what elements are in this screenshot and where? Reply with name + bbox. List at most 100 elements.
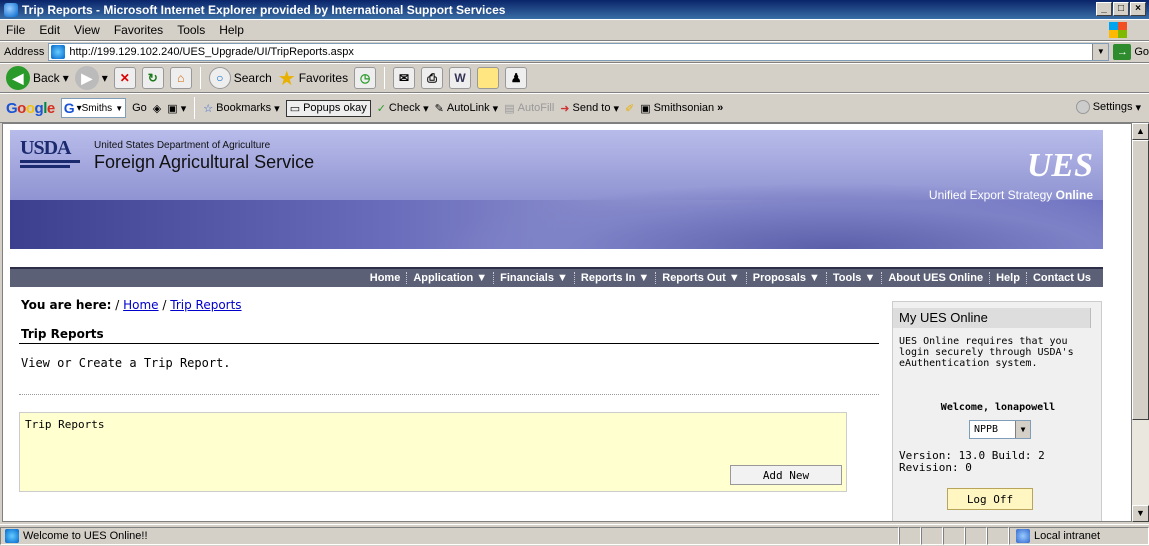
settings-label: Settings bbox=[1092, 101, 1133, 113]
menu-favorites[interactable]: Favorites bbox=[114, 23, 163, 37]
page-icon bbox=[51, 45, 66, 59]
google-search-input[interactable]: G ▾ Smiths ▼ bbox=[60, 98, 127, 118]
back-button[interactable]: ◀ Back ▾ bbox=[6, 66, 69, 90]
home-icon[interactable]: ⌂ bbox=[169, 67, 192, 89]
forward-button[interactable]: ▶ ▾ bbox=[74, 66, 108, 90]
favorites-button[interactable]: ★ Favorites bbox=[278, 66, 348, 91]
highlighter-icon[interactable]: ✐ bbox=[625, 102, 634, 115]
menu-file[interactable]: File bbox=[6, 23, 25, 37]
scroll-up-icon[interactable]: ▲ bbox=[1132, 123, 1149, 140]
google-go-button[interactable]: Go bbox=[132, 102, 147, 114]
menu-help[interactable]: Help bbox=[219, 23, 244, 37]
search-button[interactable]: ○ Search bbox=[208, 67, 272, 89]
nav-proposals[interactable]: Proposals ▼ bbox=[747, 272, 827, 284]
go-arrow-icon: → bbox=[1113, 44, 1132, 60]
nav-reports-in[interactable]: Reports In ▼ bbox=[575, 272, 657, 284]
status-cell bbox=[899, 526, 921, 545]
chevron-down-icon[interactable]: ▼ bbox=[1015, 421, 1030, 438]
google-g-icon: G bbox=[63, 100, 75, 116]
autolink-button[interactable]: ✎ AutoLink ▾ bbox=[435, 102, 499, 115]
forward-arrow-icon: ▶ bbox=[74, 66, 99, 90]
nav-tools[interactable]: Tools ▼ bbox=[827, 272, 883, 284]
window-title: Trip Reports - Microsoft Internet Explor… bbox=[22, 2, 506, 17]
menu-edit[interactable]: Edit bbox=[39, 23, 60, 37]
minimize-button[interactable]: _ bbox=[1096, 2, 1112, 16]
google-toolbar: Google G ▾ Smiths ▼ Go ◈ ▣ ▾ ☆ Bookmarks ▾… bbox=[0, 93, 1149, 123]
messenger-icon[interactable]: ♟ bbox=[505, 67, 528, 89]
trip-reports-panel-label: Trip Reports bbox=[25, 418, 105, 431]
print-icon[interactable]: ⎙ bbox=[421, 67, 444, 89]
checkmark-icon: ✓ bbox=[376, 102, 386, 115]
check-label: Check bbox=[388, 102, 421, 114]
search-box-icon: ▣ bbox=[640, 102, 651, 115]
pagerank-icon[interactable]: ◈ bbox=[153, 102, 161, 115]
chevron-down-icon[interactable]: ▼ bbox=[1092, 44, 1109, 60]
add-new-button[interactable]: Add New bbox=[730, 465, 842, 485]
favorites-label: Favorites bbox=[298, 71, 349, 85]
toolbar-separator bbox=[194, 97, 196, 119]
toolbar-separator bbox=[384, 67, 386, 89]
scroll-thumb[interactable] bbox=[1132, 140, 1149, 420]
nav-contact[interactable]: Contact Us bbox=[1027, 272, 1097, 284]
maximize-button[interactable]: □ bbox=[1113, 2, 1129, 16]
bookmarks-button[interactable]: ☆ Bookmarks ▾ bbox=[203, 102, 279, 115]
wand-icon: ✎ bbox=[434, 102, 444, 115]
nav-home[interactable]: Home bbox=[364, 272, 408, 284]
news-icon[interactable]: ▣ ▾ bbox=[167, 102, 186, 115]
refresh-icon[interactable]: ↻ bbox=[141, 67, 164, 89]
settings-button[interactable]: Settings ▾ bbox=[1075, 100, 1141, 114]
close-button[interactable]: × bbox=[1130, 2, 1146, 16]
breadcrumb: You are here: / Home / Trip Reports bbox=[21, 298, 242, 312]
breadcrumb-home-link[interactable]: Home bbox=[123, 298, 158, 312]
usda-logo[interactable]: USDA bbox=[20, 138, 80, 178]
browser-viewport: USDA United States Department of Agricul… bbox=[2, 123, 1132, 522]
mail-icon[interactable]: ✉ bbox=[393, 67, 416, 89]
nav-application[interactable]: Application ▼ bbox=[407, 272, 495, 284]
ues-logo-text: UES bbox=[1026, 147, 1093, 184]
breadcrumb-prefix: You are here: bbox=[21, 298, 112, 312]
vertical-scrollbar[interactable]: ▲ ▼ bbox=[1132, 123, 1149, 522]
nav-help[interactable]: Help bbox=[990, 272, 1027, 284]
nav-reports-out[interactable]: Reports Out ▼ bbox=[656, 272, 747, 284]
search-icon: ○ bbox=[208, 67, 231, 89]
popups-button[interactable]: ▭ Popups okay bbox=[285, 99, 371, 117]
dotted-divider bbox=[19, 394, 879, 395]
my-ues-panel: My UES Online UES Online requires that y… bbox=[892, 301, 1102, 521]
breadcrumb-current-link[interactable]: Trip Reports bbox=[170, 298, 241, 312]
nav-about[interactable]: About UES Online bbox=[882, 272, 991, 284]
organization-select[interactable]: NPPB ▼ bbox=[969, 420, 1031, 439]
google-logo: Google bbox=[6, 99, 55, 117]
autolink-label: AutoLink bbox=[446, 102, 490, 114]
spellcheck-button[interactable]: ✓ Check ▾ bbox=[377, 102, 429, 115]
site-banner: USDA United States Department of Agricul… bbox=[10, 130, 1103, 249]
autofill-button[interactable]: ▤ AutoFill bbox=[504, 102, 554, 115]
popups-label: Popups okay bbox=[303, 102, 367, 114]
ues-tagline: Unified Export Strategy Online bbox=[928, 188, 1093, 202]
nav-financials[interactable]: Financials ▼ bbox=[494, 272, 575, 284]
scroll-down-icon[interactable]: ▼ bbox=[1132, 505, 1149, 522]
arrow-right-icon: ➜ bbox=[560, 102, 570, 115]
note-icon[interactable] bbox=[477, 67, 500, 89]
history-icon[interactable]: ◷ bbox=[354, 67, 377, 89]
menu-tools[interactable]: Tools bbox=[177, 23, 205, 37]
go-button[interactable]: → Go bbox=[1113, 44, 1149, 60]
smithsonian-button[interactable]: ▣ Smithsonian » bbox=[640, 102, 723, 115]
address-input[interactable]: http://199.129.102.240/UES_Upgrade/UI/Tr… bbox=[48, 43, 1110, 61]
popup-icon: ▭ bbox=[289, 102, 301, 115]
sendto-button[interactable]: ➜ Send to ▾ bbox=[560, 102, 619, 115]
agency-name: Foreign Agricultural Service bbox=[94, 152, 315, 172]
more-chevron-icon[interactable]: » bbox=[717, 102, 723, 114]
back-label: Back bbox=[33, 71, 60, 85]
menu-view[interactable]: View bbox=[74, 23, 100, 37]
toolbar-separator bbox=[199, 67, 201, 89]
title-divider bbox=[19, 343, 879, 344]
stop-icon[interactable]: ✕ bbox=[113, 67, 136, 89]
status-cell bbox=[921, 526, 943, 545]
log-off-button[interactable]: Log Off bbox=[947, 488, 1033, 510]
main-nav: Home Application ▼ Financials ▼ Reports … bbox=[10, 269, 1103, 287]
autofill-label: AutoFill bbox=[517, 102, 555, 114]
chevron-down-icon[interactable]: ▼ bbox=[115, 104, 123, 113]
word-icon[interactable]: W bbox=[449, 67, 472, 89]
page-title: Trip Reports bbox=[21, 327, 104, 341]
go-label: Go bbox=[1134, 46, 1149, 58]
